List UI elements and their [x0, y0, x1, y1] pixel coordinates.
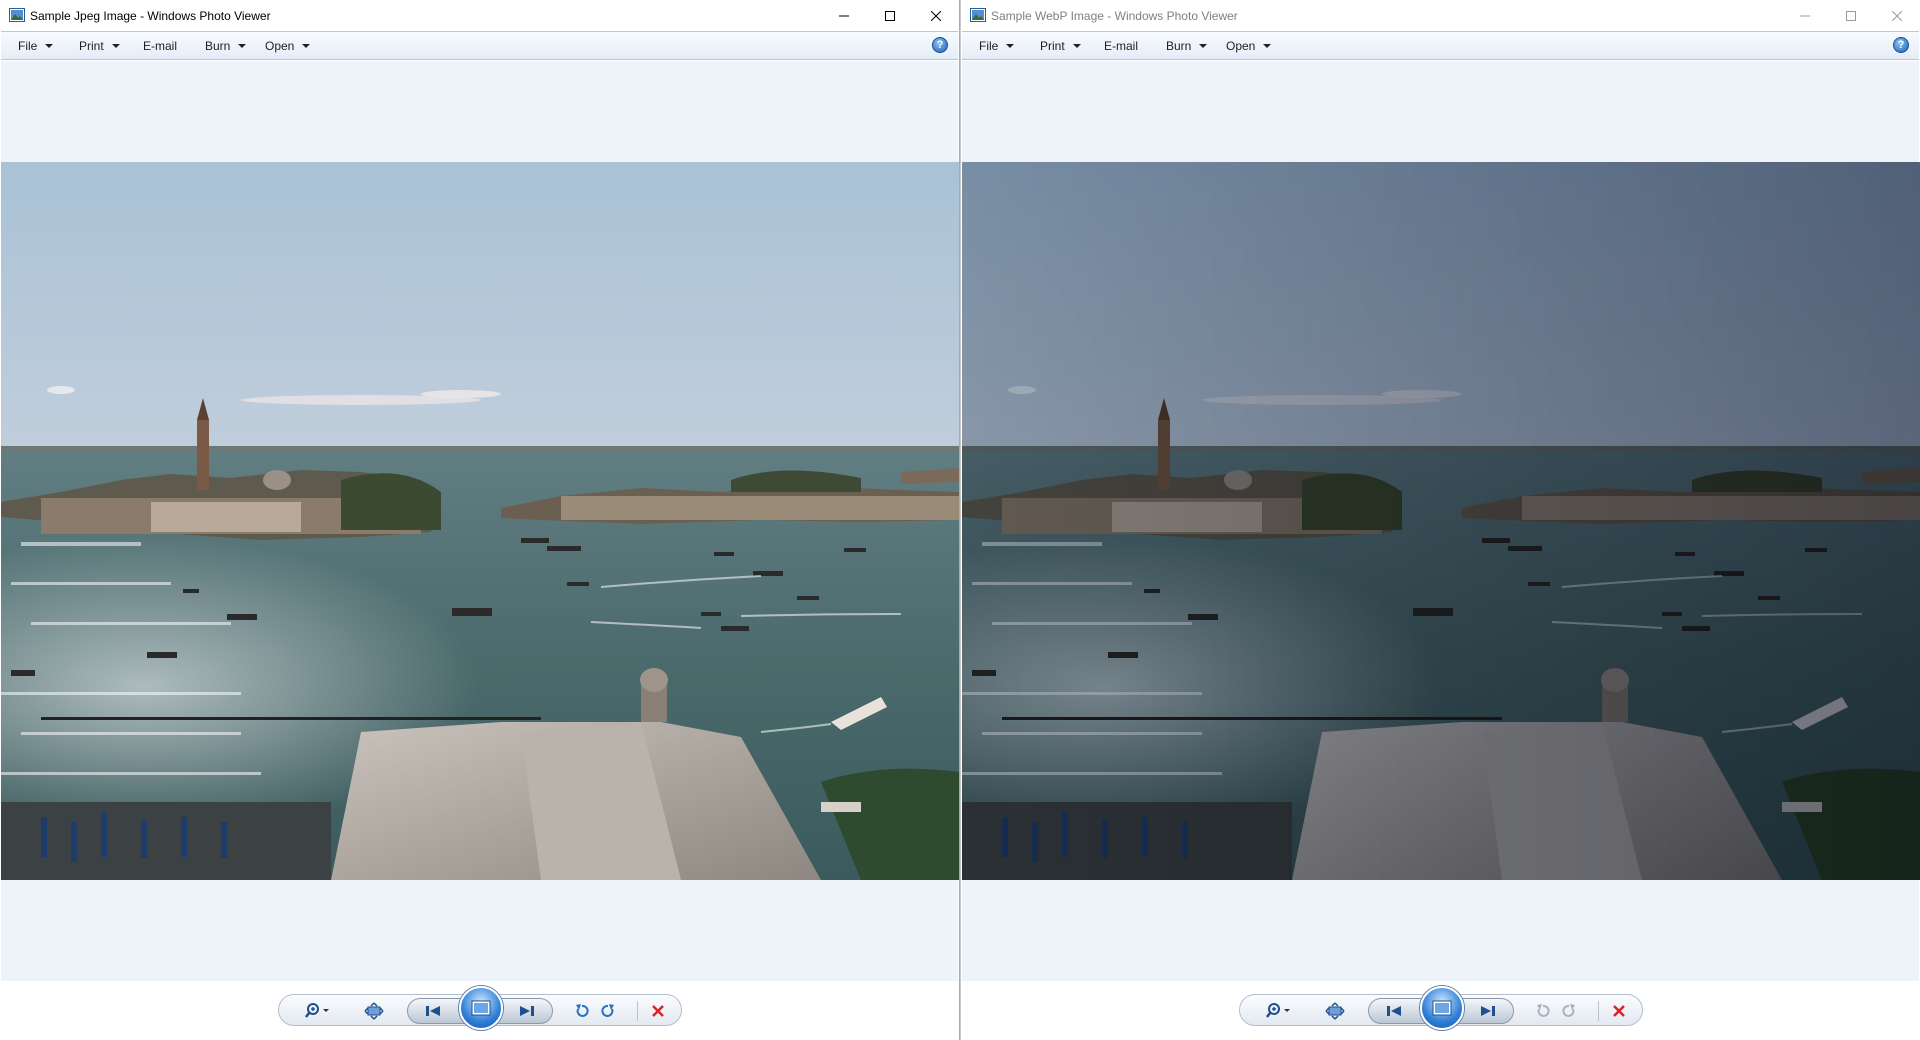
close-icon [931, 10, 941, 21]
dropdown-arrow-icon [1199, 44, 1208, 48]
playback-controls [1239, 986, 1643, 1030]
displayed-photo[interactable] [1, 162, 959, 880]
menu-print[interactable]: Print [1040, 38, 1081, 54]
menu-label: Burn [205, 39, 231, 53]
delete-icon [1613, 1005, 1625, 1017]
previous-button[interactable] [1379, 999, 1409, 1023]
photo-viewer-window-jpeg: Sample Jpeg Image - Windows Photo Viewer… [0, 0, 960, 1040]
rotate-counterclockwise-icon [576, 1004, 589, 1017]
minimize-icon [1800, 15, 1810, 16]
zoom-icon [305, 1003, 329, 1018]
menu-label: Print [1040, 39, 1065, 53]
dropdown-arrow-icon [45, 44, 54, 48]
zoom-button[interactable] [301, 999, 335, 1023]
minimize-icon [839, 15, 849, 16]
menu-open[interactable]: Open [265, 38, 311, 54]
slideshow-button[interactable] [459, 986, 503, 1030]
close-icon [1892, 10, 1902, 21]
maximize-icon [1846, 10, 1856, 21]
playback-controls [278, 986, 682, 1030]
actual-size-button[interactable] [361, 999, 387, 1023]
dropdown-arrow-icon [238, 44, 247, 48]
maximize-button[interactable] [867, 0, 913, 31]
rotate-clockwise-button[interactable] [597, 999, 619, 1023]
dropdown-arrow-icon [1006, 44, 1015, 48]
next-icon [520, 1006, 534, 1016]
window-title: Sample Jpeg Image - Windows Photo Viewer [30, 9, 271, 23]
playback-toolbar [961, 981, 1920, 1040]
dropdown-arrow-icon [1263, 44, 1272, 48]
command-bar: File Print E-mail Burn Open ? [1, 31, 958, 60]
menu-label: Burn [1166, 39, 1192, 53]
menu-label: Print [79, 39, 104, 53]
close-button[interactable] [913, 0, 959, 31]
toolbar-separator [637, 1001, 638, 1021]
actual-size-icon [1325, 1002, 1345, 1020]
rotate-clockwise-button [1558, 999, 1580, 1023]
menu-label: File [18, 39, 38, 53]
dropdown-arrow-icon [1072, 44, 1081, 48]
help-icon[interactable]: ? [932, 37, 948, 53]
maximize-icon [885, 10, 895, 21]
previous-icon [1387, 1006, 1401, 1016]
toolbar-separator [1598, 1001, 1599, 1021]
menu-burn[interactable]: Burn [205, 38, 247, 54]
menu-file[interactable]: File [18, 38, 54, 54]
delete-icon [652, 1005, 664, 1017]
zoom-icon [1266, 1003, 1290, 1018]
menu-label: E-mail [1104, 39, 1139, 53]
delete-button[interactable] [647, 999, 669, 1023]
minimize-button[interactable] [821, 0, 867, 31]
rotate-clockwise-icon [1562, 1004, 1575, 1017]
actual-size-button[interactable] [1322, 999, 1348, 1023]
maximize-button[interactable] [1828, 0, 1874, 31]
slideshow-button[interactable] [1420, 986, 1464, 1030]
next-icon [1481, 1006, 1495, 1016]
zoom-button[interactable] [1262, 999, 1296, 1023]
menu-file[interactable]: File [979, 38, 1015, 54]
rotate-counterclockwise-icon [1537, 1004, 1550, 1017]
previous-button[interactable] [418, 999, 448, 1023]
minimize-button[interactable] [1782, 0, 1828, 31]
command-bar: File Print E-mail Burn Open ? [962, 31, 1919, 60]
rotate-clockwise-icon [601, 1004, 614, 1017]
image-viewer-area[interactable] [962, 61, 1920, 981]
close-button[interactable] [1874, 0, 1920, 31]
menu-label: File [979, 39, 999, 53]
help-icon[interactable]: ? [1893, 37, 1909, 53]
menu-open[interactable]: Open [1226, 38, 1272, 54]
slideshow-icon [1432, 1000, 1452, 1016]
photo-viewer-icon [9, 8, 25, 22]
window-title: Sample WebP Image - Windows Photo Viewer [991, 9, 1238, 23]
actual-size-icon [364, 1002, 384, 1020]
menu-label: Open [1226, 39, 1256, 53]
next-button[interactable] [512, 999, 542, 1023]
rotate-counterclockwise-button[interactable] [571, 999, 593, 1023]
next-button[interactable] [1473, 999, 1503, 1023]
photo-viewer-icon [970, 8, 986, 22]
rotate-counterclockwise-button [1532, 999, 1554, 1023]
playback-toolbar [0, 981, 959, 1040]
delete-button[interactable] [1608, 999, 1630, 1023]
menu-burn[interactable]: Burn [1166, 38, 1208, 54]
title-bar[interactable]: Sample WebP Image - Windows Photo Viewer [961, 0, 1920, 31]
slideshow-icon [471, 1000, 491, 1016]
menu-print[interactable]: Print [79, 38, 120, 54]
photo-viewer-window-webp: Sample WebP Image - Windows Photo Viewer… [960, 0, 1920, 1040]
menu-label: E-mail [143, 39, 178, 53]
dropdown-arrow-icon [302, 44, 311, 48]
title-bar[interactable]: Sample Jpeg Image - Windows Photo Viewer [0, 0, 959, 31]
menu-email[interactable]: E-mail [1104, 38, 1138, 54]
menu-email[interactable]: E-mail [143, 38, 177, 54]
dropdown-arrow-icon [111, 44, 120, 48]
image-viewer-area[interactable] [1, 61, 959, 981]
displayed-photo[interactable] [962, 162, 1920, 880]
previous-icon [426, 1006, 440, 1016]
menu-label: Open [265, 39, 295, 53]
